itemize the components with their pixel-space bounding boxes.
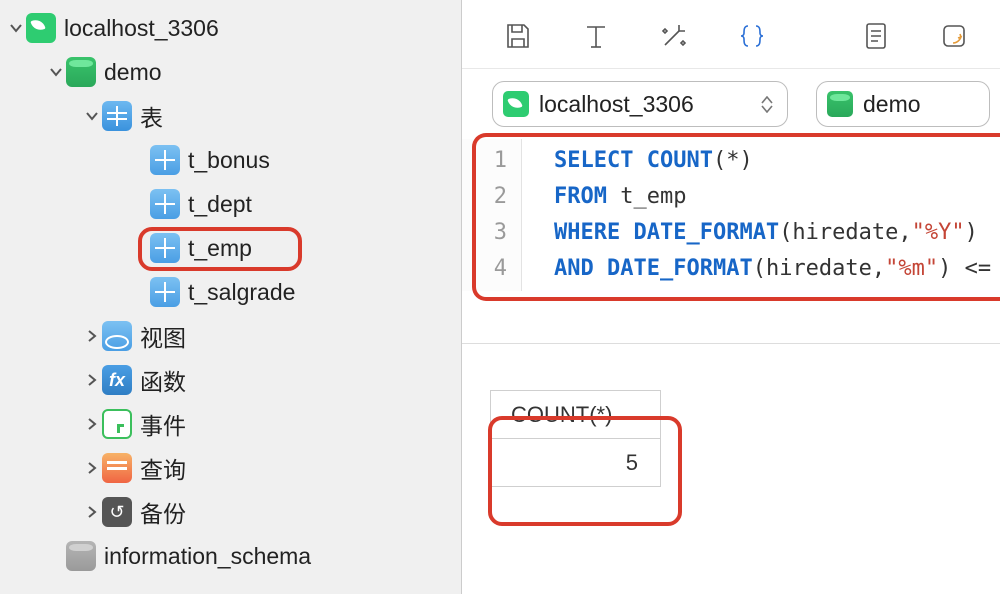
context-selectors: localhost_3306 demo: [462, 69, 1000, 139]
chevron-right-icon: [82, 417, 102, 431]
tables-group[interactable]: 表: [0, 94, 461, 138]
brackets-button[interactable]: [734, 18, 770, 54]
chevron-down-icon: [6, 21, 26, 35]
sql-editor[interactable]: 1234 SELECT COUNT(*)FROM t_empWHERE DATE…: [462, 139, 1000, 291]
connection-selector[interactable]: localhost_3306: [492, 81, 788, 127]
export-button[interactable]: [936, 18, 972, 54]
views-group-label: 视图: [140, 319, 186, 353]
table-label: t_emp: [188, 235, 252, 262]
database-icon: [66, 57, 96, 87]
editor-toolbar: [462, 0, 1000, 69]
connection-icon: [26, 13, 56, 43]
database-selector[interactable]: demo: [816, 81, 990, 127]
explain-button[interactable]: [858, 18, 894, 54]
table-label: t_salgrade: [188, 279, 295, 306]
function-icon: fx: [102, 365, 132, 395]
format-button[interactable]: [578, 18, 614, 54]
database-node-demo[interactable]: demo: [0, 50, 461, 94]
table-icon: [150, 189, 180, 219]
functions-group[interactable]: fx 函数: [0, 358, 461, 402]
queries-group[interactable]: 查询: [0, 446, 461, 490]
result-column-header[interactable]: COUNT(*): [491, 391, 661, 439]
queries-group-label: 查询: [140, 451, 186, 485]
views-group[interactable]: 视图: [0, 314, 461, 358]
result-grid: COUNT(*) 5: [462, 390, 1000, 487]
chevron-right-icon: [82, 461, 102, 475]
connection-icon: [503, 91, 529, 117]
database-label: information_schema: [104, 543, 311, 570]
updown-icon: [761, 96, 773, 113]
tables-group-label: 表: [140, 99, 163, 133]
backups-group-label: 备份: [140, 495, 186, 529]
database-label: demo: [104, 59, 162, 86]
table-label: t_dept: [188, 191, 252, 218]
table-node-t_bonus[interactable]: t_bonus: [0, 138, 461, 182]
connection-node[interactable]: localhost_3306: [0, 6, 461, 50]
connection-label: localhost_3306: [64, 15, 219, 42]
events-group[interactable]: 事件: [0, 402, 461, 446]
table-node-t_salgrade[interactable]: t_salgrade: [0, 270, 461, 314]
table-icon: [150, 233, 180, 263]
table-node-t_dept[interactable]: t_dept: [0, 182, 461, 226]
tables-folder-icon: [102, 101, 132, 131]
database-icon: [827, 91, 853, 117]
connection-selector-value: localhost_3306: [539, 91, 751, 118]
database-icon: [66, 541, 96, 571]
database-node-information_schema[interactable]: information_schema: [0, 534, 461, 578]
table-icon: [150, 277, 180, 307]
events-group-label: 事件: [140, 407, 186, 441]
result-cell[interactable]: 5: [491, 439, 661, 487]
views-icon: [102, 321, 132, 351]
chevron-down-icon: [82, 109, 102, 123]
functions-group-label: 函数: [140, 363, 186, 397]
chevron-right-icon: [82, 373, 102, 387]
database-selector-value: demo: [863, 91, 975, 118]
chevron-down-icon: [46, 65, 66, 79]
beautify-button[interactable]: [656, 18, 692, 54]
chevron-right-icon: [82, 505, 102, 519]
panel-divider: [462, 343, 1000, 344]
editor-panel: localhost_3306 demo 1234 SELECT COUNT(*)…: [462, 0, 1000, 594]
backup-icon: ↺: [102, 497, 132, 527]
backups-group[interactable]: ↺ 备份: [0, 490, 461, 534]
query-icon: [102, 453, 132, 483]
table-label: t_bonus: [188, 147, 270, 174]
chevron-right-icon: [82, 329, 102, 343]
sql-code[interactable]: SELECT COUNT(*)FROM t_empWHERE DATE_FORM…: [522, 139, 991, 291]
table-icon: [150, 145, 180, 175]
clock-icon: [102, 409, 132, 439]
navigation-tree: localhost_3306 demo 表 t_bonus t_dept: [0, 0, 462, 594]
save-button[interactable]: [500, 18, 536, 54]
table-node-t_emp[interactable]: t_emp: [0, 226, 461, 270]
line-gutter: 1234: [462, 139, 522, 291]
